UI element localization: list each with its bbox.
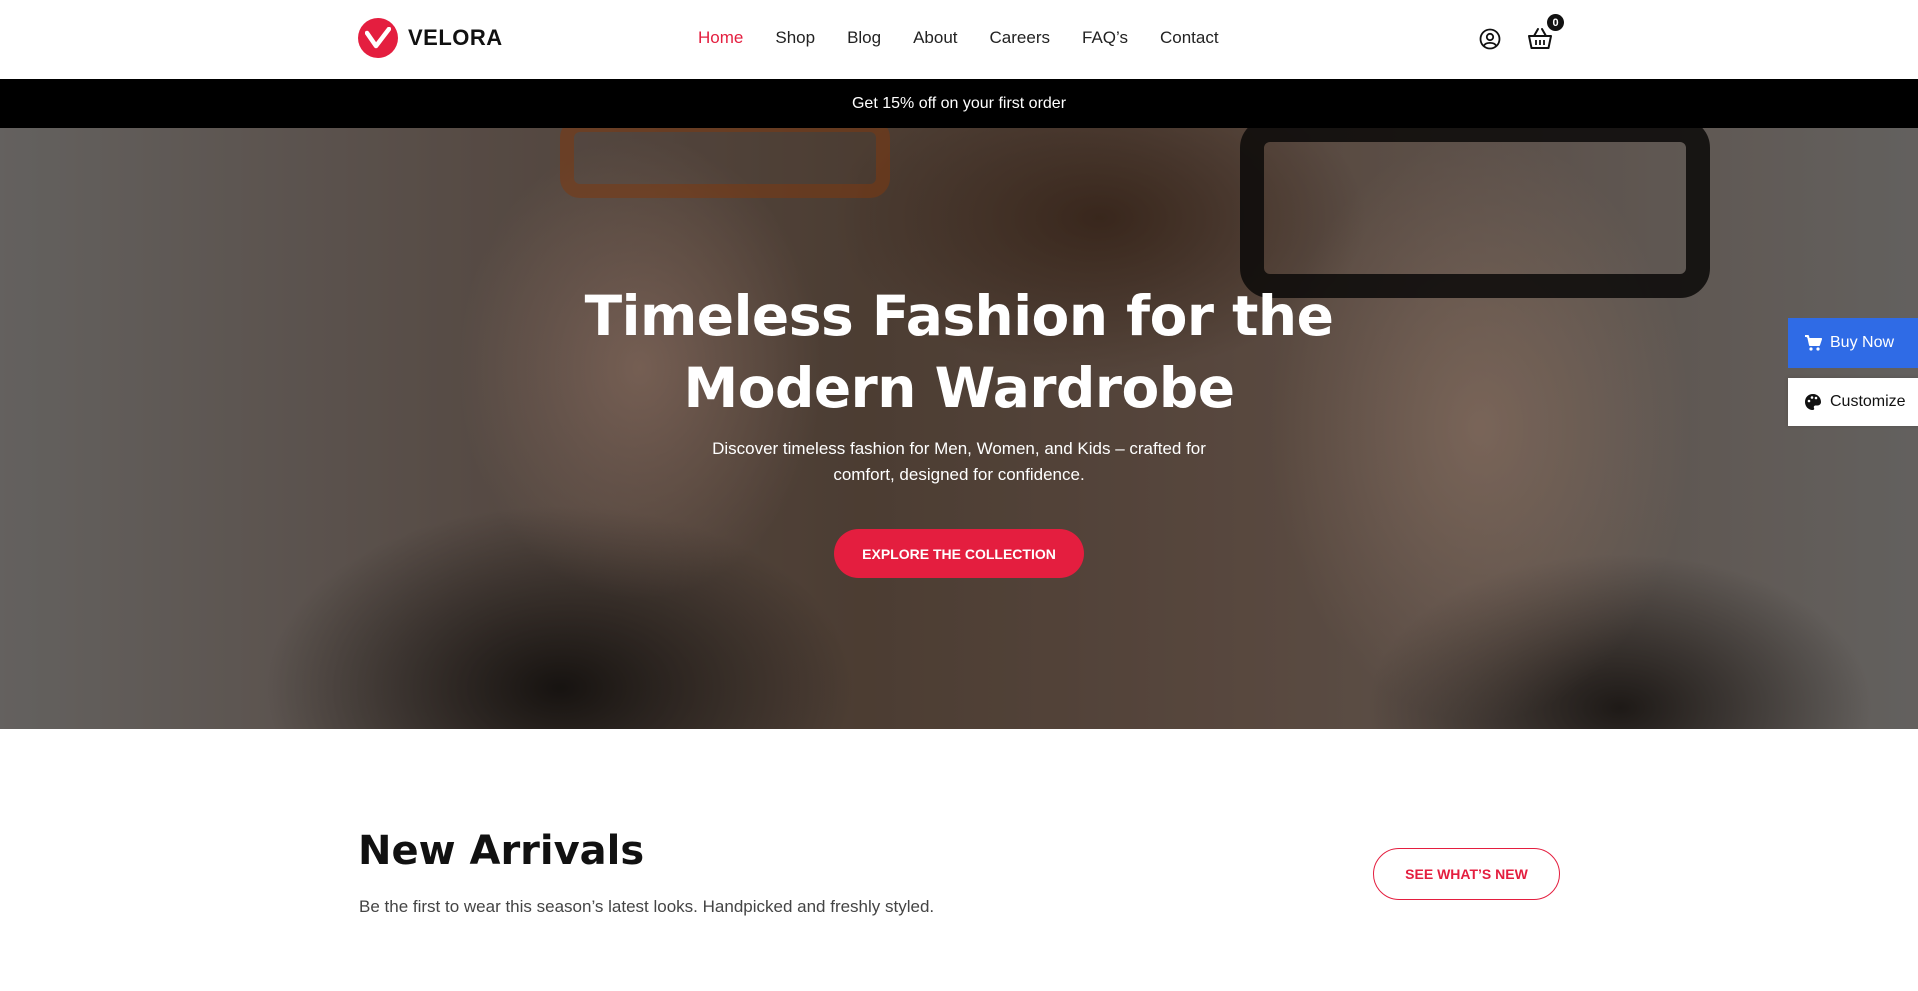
logo-check-icon	[358, 18, 398, 58]
promo-text: Get 15% off on your first order	[851, 94, 1067, 112]
cart-icon	[1805, 335, 1822, 351]
buy-now-button[interactable]: Buy Now	[1788, 318, 1918, 368]
customize-button[interactable]: Customize	[1788, 378, 1918, 426]
nav-about[interactable]: About	[913, 28, 957, 48]
account-button[interactable]	[1476, 25, 1504, 53]
main-nav: Home Shop Blog About Careers FAQ’s Conta…	[698, 28, 1251, 48]
site-header: VELORA Home Shop Blog About Careers FAQ’…	[0, 0, 1918, 79]
cart-button[interactable]: 0	[1526, 14, 1564, 53]
header-actions: 0	[1476, 14, 1564, 53]
nav-faqs[interactable]: FAQ’s	[1082, 28, 1128, 48]
nav-blog[interactable]: Blog	[847, 28, 881, 48]
new-arrivals-title: New Arrivals	[358, 828, 645, 874]
new-arrivals-subtitle: Be the first to wear this season’s lates…	[359, 897, 935, 916]
brand-name: VELORA	[408, 25, 503, 50]
user-circle-icon	[1479, 28, 1501, 50]
promo-bar: Get 15% off on your first order	[0, 79, 1918, 128]
palette-icon	[1805, 394, 1821, 410]
buy-now-label: Buy Now	[1830, 334, 1895, 351]
hero-subtitle: Discover timeless fashion for Men, Women…	[712, 439, 1206, 484]
hero-title: Timeless Fashion for the Modern Wardrobe	[584, 284, 1334, 420]
cart-count-badge: 0	[1547, 14, 1564, 31]
explore-collection-button[interactable]: EXPLORE THE COLLECTION	[834, 529, 1084, 578]
see-whats-new-button[interactable]: SEE WHAT’S NEW	[1373, 848, 1560, 900]
hero-overlay	[0, 128, 1918, 729]
brand-logo[interactable]: VELORA	[358, 18, 503, 58]
nav-home[interactable]: Home	[698, 28, 743, 48]
nav-contact[interactable]: Contact	[1160, 28, 1219, 48]
nav-shop[interactable]: Shop	[775, 28, 815, 48]
hero-banner: Timeless Fashion for the Modern Wardrobe…	[0, 128, 1918, 729]
basket-icon	[1528, 28, 1552, 49]
customize-label: Customize	[1830, 393, 1906, 410]
nav-careers[interactable]: Careers	[990, 28, 1050, 48]
